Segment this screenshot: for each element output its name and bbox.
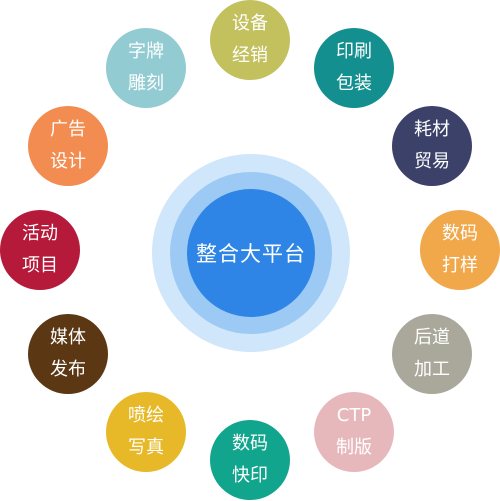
node-event-projects[interactable]: 活动 项目 <box>0 210 80 290</box>
node-label-line2: 设计 <box>50 151 86 172</box>
node-post-press-processing[interactable]: 后道 加工 <box>392 314 472 394</box>
node-label-line2: 发布 <box>50 359 86 380</box>
node-label-line2: 制版 <box>336 437 372 458</box>
node-label-line1: 数码 <box>442 223 478 244</box>
node-advertising-design[interactable]: 广告 设计 <box>28 106 108 186</box>
node-label-line1: 后道 <box>414 327 450 348</box>
node-label-line1: 活动 <box>22 223 58 244</box>
center-hub[interactable]: 整合大平台 <box>187 189 315 317</box>
node-inkjet-photo[interactable]: 喷绘 写真 <box>106 392 186 472</box>
node-label-line1: 喷绘 <box>128 405 164 426</box>
node-equipment-distribution[interactable]: 设备 经销 <box>210 0 290 80</box>
node-label-line1: 媒体 <box>50 327 86 348</box>
node-label-line2: 写真 <box>128 437 164 458</box>
node-label-line2: 打样 <box>442 255 478 276</box>
node-label-line2: 加工 <box>414 359 450 380</box>
node-media-publishing[interactable]: 媒体 发布 <box>28 314 108 394</box>
node-label-line1: 印刷 <box>336 41 372 62</box>
node-consumables-trade[interactable]: 耗材 贸易 <box>392 106 472 186</box>
node-label-line1: 设备 <box>232 13 268 34</box>
node-label-line1: 耗材 <box>414 119 450 140</box>
node-label-line1: 广告 <box>50 119 86 140</box>
node-label-line2: 项目 <box>22 255 58 276</box>
node-label-line1: 数码 <box>232 433 268 454</box>
node-label-line1: CTP <box>336 405 372 426</box>
node-label-line1: 字牌 <box>128 41 164 62</box>
node-sign-engraving[interactable]: 字牌 雕刻 <box>106 28 186 108</box>
node-ctp-platemaking[interactable]: CTP 制版 <box>314 392 394 472</box>
node-label-line2: 贸易 <box>414 151 450 172</box>
node-label-line2: 快印 <box>232 465 268 486</box>
node-digital-quick-print[interactable]: 数码 快印 <box>210 420 290 500</box>
platform-diagram: 整合大平台 设备 经销 印刷 包装 耗材 贸易 数码 打样 后道 加工 CTP … <box>0 0 500 501</box>
node-label-line2: 经销 <box>232 45 268 66</box>
node-printing-packaging[interactable]: 印刷 包装 <box>314 28 394 108</box>
node-label-line2: 雕刻 <box>128 73 164 94</box>
center-hub-label: 整合大平台 <box>196 242 306 266</box>
node-digital-proofing[interactable]: 数码 打样 <box>420 210 500 290</box>
node-label-line2: 包装 <box>336 73 372 94</box>
